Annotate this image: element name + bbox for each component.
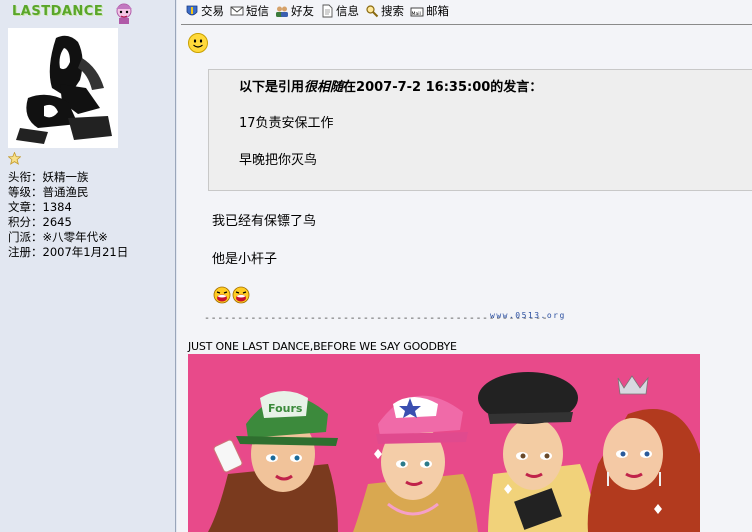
forum-post: LASTDANCE 头衔：妖精一族 等级：普通渔民 文章：1384 积分：264… xyxy=(0,0,752,532)
friends-label: 好友 xyxy=(291,4,314,18)
post-content: 交易 短信 好友 信息 搜索 Mail 邮箱 以下是引用很相随在2007-7-2… xyxy=(177,0,752,532)
quote-line: 早晚把你灭鸟 xyxy=(239,153,318,168)
user-level-row: 等级：普通渔民 xyxy=(8,185,89,199)
signature-url[interactable]: www.0513.org xyxy=(490,311,566,320)
mailbox-label: 邮箱 xyxy=(426,4,449,18)
add-friend-button[interactable]: 好友 xyxy=(275,3,314,19)
emoticons xyxy=(213,286,250,304)
avatar[interactable] xyxy=(8,28,118,148)
reply-line: 他是小杆子 xyxy=(212,252,278,267)
laughing-face-icon xyxy=(232,286,250,304)
username[interactable]: LASTDANCE xyxy=(12,4,103,19)
user-info: 头衔：妖精一族 等级：普通渔民 文章：1384 积分：2645 门派：※八零年代… xyxy=(8,170,128,260)
search-icon xyxy=(366,5,379,18)
quote-block: 以下是引用很相随在2007-7-2 16:35:00的发言： 17负责安保工作 … xyxy=(208,69,752,191)
svg-text:Fours: Fours xyxy=(268,402,303,415)
quote-header: 以下是引用很相随在2007-7-2 16:35:00的发言： xyxy=(239,80,543,95)
envelope-icon xyxy=(230,6,244,16)
friends-icon xyxy=(276,6,288,17)
user-action-toolbar: 交易 短信 好友 信息 搜索 Mail 邮箱 xyxy=(185,0,449,22)
user-posts-row: 文章：1384 xyxy=(8,200,72,214)
mailbox-button[interactable]: Mail 邮箱 xyxy=(410,3,449,19)
search-label: 搜索 xyxy=(381,4,404,18)
svg-text:Mail: Mail xyxy=(412,11,421,17)
laughing-face-icon xyxy=(213,286,231,304)
trade-icon xyxy=(186,5,198,16)
quote-line: 17负责安保工作 xyxy=(239,116,334,131)
message-button[interactable]: 短信 xyxy=(230,3,269,19)
signature-text: JUST ONE LAST DANCE,BEFORE WE SAY GOODBY… xyxy=(188,340,457,353)
message-label: 短信 xyxy=(246,4,269,18)
rank-star-icon xyxy=(8,152,21,165)
mail-icon: Mail xyxy=(410,7,424,17)
quote-author[interactable]: 很相随 xyxy=(304,80,343,95)
search-button[interactable]: 搜索 xyxy=(365,3,404,19)
user-profile-panel: LASTDANCE 头衔：妖精一族 等级：普通渔民 文章：1384 积分：264… xyxy=(0,0,176,532)
user-registered-row: 注册：2007年1月21日 xyxy=(8,245,129,259)
info-label: 信息 xyxy=(336,4,359,18)
trade-label: 交易 xyxy=(201,4,224,18)
trade-button[interactable]: 交易 xyxy=(185,3,224,19)
user-faction-row: 门派：※八零年代※ xyxy=(8,230,108,244)
user-title-row: 头衔：妖精一族 xyxy=(8,170,89,184)
mini-avatar-icon xyxy=(116,3,132,24)
reply-line: 我已经有保镖了鸟 xyxy=(212,214,317,229)
toolbar-divider xyxy=(181,24,752,25)
profile-info-button[interactable]: 信息 xyxy=(320,3,359,19)
smiley-icon xyxy=(188,33,208,53)
signature-banner-image: Fours xyxy=(188,354,700,532)
banner-illustration: Fours xyxy=(188,354,700,532)
user-points-row: 积分：2645 xyxy=(8,215,72,229)
document-icon xyxy=(322,4,333,18)
avatar-image xyxy=(8,28,118,148)
